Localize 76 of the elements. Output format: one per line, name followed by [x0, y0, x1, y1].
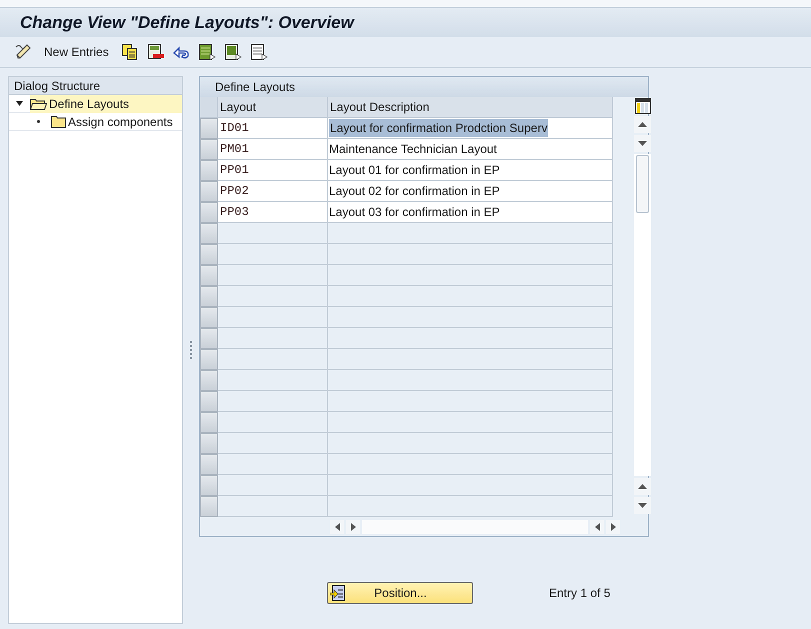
- row-selector[interactable]: [200, 328, 218, 349]
- window-title: Change View "Define Layouts": Overview: [20, 12, 354, 34]
- select-block-icon: [225, 44, 242, 60]
- left-arrow-icon: [334, 523, 340, 531]
- copy-icon: [122, 44, 138, 60]
- row-selector[interactable]: [200, 370, 218, 391]
- deselect-all-icon: [251, 44, 268, 60]
- toolbar-button[interactable]: [198, 41, 218, 63]
- table-cell: Layout 01 for confirmation in EP: [328, 160, 613, 181]
- down-arrow-icon: [638, 141, 647, 146]
- pencil-icon: [15, 44, 32, 60]
- columns-icon: [634, 98, 650, 114]
- row-selector[interactable]: [200, 307, 218, 328]
- scroll-left-button[interactable]: [330, 520, 344, 534]
- position-icon: [330, 585, 345, 601]
- row-selector[interactable]: [200, 286, 218, 307]
- row-selector[interactable]: [200, 349, 218, 370]
- table-cell: PP03: [218, 202, 328, 223]
- row-selector[interactable]: [200, 412, 218, 433]
- scroll-up-button[interactable]: [634, 478, 651, 495]
- table-cell: PM01: [218, 139, 328, 160]
- column-header[interactable]: Layout Description: [328, 97, 613, 118]
- right-arrow-icon: [610, 523, 616, 531]
- row-selector[interactable]: [200, 433, 218, 454]
- up-arrow-icon: [638, 484, 647, 489]
- collapse-arrow-icon[interactable]: [16, 100, 23, 107]
- tree-item[interactable]: Assign components: [51, 112, 179, 130]
- right-arrow-icon: [350, 523, 356, 531]
- new-entries-button[interactable]: New Entries: [14, 41, 110, 63]
- toolbar-button[interactable]: [120, 41, 140, 63]
- scroll-up-button[interactable]: [634, 116, 651, 133]
- scroll-right-button[interactable]: [346, 520, 360, 534]
- table-cell: Layout for confirmation Prodction Superv: [328, 118, 613, 139]
- table-cell: PP01: [218, 160, 328, 181]
- table-cell: Maintenance Technician Layout: [328, 139, 613, 160]
- row-selector[interactable]: [200, 160, 218, 181]
- undo-arrow-icon: [173, 44, 190, 60]
- table-cell: Layout 02 for confirmation in EP: [328, 181, 613, 202]
- row-selector[interactable]: [200, 454, 218, 475]
- table-cell: ID01: [218, 118, 328, 139]
- scroll-left-button[interactable]: [590, 520, 604, 534]
- scroll-right-button[interactable]: [606, 520, 620, 534]
- scroll-down-button[interactable]: [634, 135, 651, 152]
- scroll-down-button[interactable]: [634, 497, 651, 514]
- tree-item[interactable]: Define Layouts: [30, 94, 182, 112]
- row-selector[interactable]: [200, 265, 218, 286]
- up-arrow-icon: [638, 122, 647, 127]
- table-title: Define Layouts: [200, 77, 648, 97]
- toolbar-button[interactable]: [224, 41, 244, 63]
- scrollbar-thumb[interactable]: [636, 155, 649, 213]
- toolbar-button[interactable]: [250, 41, 270, 63]
- column-header[interactable]: Layout: [218, 97, 328, 118]
- column-settings-button[interactable]: [634, 97, 651, 114]
- down-arrow-icon: [638, 503, 647, 508]
- table-cell: Layout 03 for confirmation in EP: [328, 202, 613, 223]
- row-selector[interactable]: [200, 139, 218, 160]
- row-selector[interactable]: [200, 202, 218, 223]
- delete-row-icon: [148, 44, 164, 60]
- row-selector[interactable]: [200, 118, 218, 139]
- splitter-handle[interactable]: [190, 341, 192, 359]
- open-folder-icon: [30, 97, 47, 110]
- bullet-icon: [37, 120, 40, 123]
- select-all-rows-button[interactable]: [200, 97, 218, 118]
- row-selector[interactable]: [200, 391, 218, 412]
- row-selector[interactable]: [200, 475, 218, 496]
- position-button[interactable]: Position...: [327, 582, 473, 604]
- row-selector[interactable]: [200, 496, 218, 517]
- entry-counter: Entry 1 of 5: [549, 585, 610, 602]
- select-all-icon: [199, 44, 216, 60]
- folder-icon: [51, 115, 66, 128]
- row-selector[interactable]: [200, 244, 218, 265]
- left-arrow-icon: [594, 523, 600, 531]
- row-selector[interactable]: [200, 223, 218, 244]
- row-selector[interactable]: [200, 181, 218, 202]
- table-cell: PP02: [218, 181, 328, 202]
- panel-title: Dialog Structure: [9, 77, 182, 95]
